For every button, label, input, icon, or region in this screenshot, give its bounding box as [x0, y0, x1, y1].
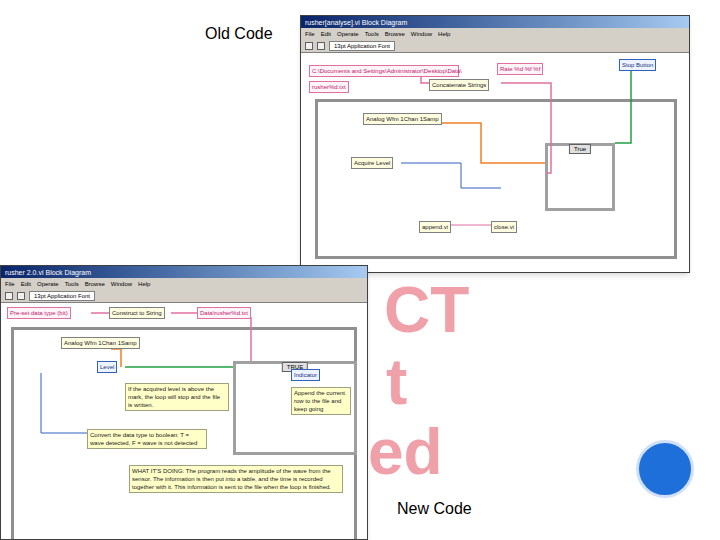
- abort-icon[interactable]: [317, 42, 325, 50]
- new-code-label: New Code: [397, 497, 472, 521]
- menu-item[interactable]: Help: [438, 31, 450, 37]
- block-diagram-window: rusher 2.0.vi Block Diagram File Edit Opera…: [0, 265, 368, 540]
- menu-item[interactable]: Browse: [385, 31, 405, 37]
- abort-icon[interactable]: [17, 292, 25, 300]
- indicator-node[interactable]: Level: [97, 361, 117, 373]
- menu-item[interactable]: File: [5, 281, 15, 287]
- toolbar: 13pt Application Font: [301, 39, 689, 53]
- function-node[interactable]: Analog Wfm 1Chan 1Samp: [363, 113, 442, 125]
- menu-item[interactable]: Browse: [85, 281, 105, 287]
- menu-item[interactable]: Operate: [37, 281, 59, 287]
- old-code-label: Old Code: [205, 22, 273, 46]
- blue-circle-icon: [636, 440, 694, 498]
- menu-item[interactable]: Edit: [321, 31, 331, 37]
- slide: CT ted Old Code New Code rusher[analyse].vi …: [0, 0, 720, 540]
- window-title: rusher 2.0.vi Block Diagram: [5, 269, 91, 276]
- constant-node[interactable]: rusher%d.txt: [309, 81, 349, 93]
- comment-node[interactable]: If the acquired level is above the mark,…: [125, 383, 229, 411]
- function-node[interactable]: Analog Wfm 1Chan 1Samp: [61, 337, 140, 349]
- constant-node[interactable]: Pre-set data type (bit): [7, 307, 71, 319]
- menu-item[interactable]: Tools: [65, 281, 79, 287]
- run-icon[interactable]: [305, 42, 313, 50]
- block-diagram-window: rusher[analyse].vi Block Diagram File Edit…: [300, 15, 690, 273]
- toolbar: 13pt Application Font: [1, 289, 367, 303]
- indicator-node[interactable]: Indicator: [291, 369, 320, 381]
- window-title: rusher[analyse].vi Block Diagram: [305, 19, 407, 26]
- font-dropdown[interactable]: 13pt Application Font: [29, 291, 95, 301]
- menu-item[interactable]: Window: [411, 31, 432, 37]
- title-fragment: t: [386, 350, 407, 414]
- constant-node[interactable]: Data\rusher%d.txt: [197, 307, 251, 319]
- diagram-canvas: TRUEPre-set data type (bit)Construct to …: [1, 303, 367, 539]
- menu-item[interactable]: Edit: [21, 281, 31, 287]
- constant-node[interactable]: C:\Documents and Settings\Administrator\…: [309, 65, 459, 77]
- indicator-node[interactable]: Stop Button: [619, 59, 656, 71]
- comment-node[interactable]: WHAT IT'S DOING: The program reads the a…: [129, 465, 343, 493]
- function-node[interactable]: Acquire Level: [351, 157, 393, 169]
- run-icon[interactable]: [5, 292, 13, 300]
- function-node[interactable]: Concatenate Strings: [429, 79, 489, 91]
- wires-drawing: [1, 303, 367, 539]
- title-bar[interactable]: rusher[analyse].vi Block Diagram: [301, 16, 689, 28]
- menu-item[interactable]: Window: [111, 281, 132, 287]
- function-node[interactable]: close.vi: [491, 221, 517, 233]
- function-node[interactable]: append.vi: [419, 221, 451, 233]
- menu-item[interactable]: File: [305, 31, 315, 37]
- case-structure-frame: True: [545, 143, 615, 211]
- constant-node[interactable]: Rate %d %f %f: [497, 63, 543, 75]
- title-fragment: ed: [368, 420, 443, 484]
- menu-item[interactable]: Help: [138, 281, 150, 287]
- title-bar[interactable]: rusher 2.0.vi Block Diagram: [1, 266, 367, 278]
- menu-item[interactable]: Operate: [337, 31, 359, 37]
- menu-item[interactable]: Tools: [365, 31, 379, 37]
- font-dropdown[interactable]: 13pt Application Font: [329, 41, 395, 51]
- function-node[interactable]: Construct to String: [109, 307, 165, 319]
- diagram-canvas: True C:\Documents and Settings\Administra…: [301, 53, 689, 272]
- menu-bar: File Edit Operate Tools Browse Window Help: [1, 278, 367, 289]
- comment-node[interactable]: Convert the data type to boolean: T = wa…: [87, 429, 207, 449]
- title-fragment: CT: [384, 278, 469, 342]
- menu-bar: File Edit Operate Tools Browse Window Help: [301, 28, 689, 39]
- comment-node[interactable]: Append the current row to the file and k…: [291, 387, 351, 415]
- case-selector[interactable]: True: [569, 144, 591, 154]
